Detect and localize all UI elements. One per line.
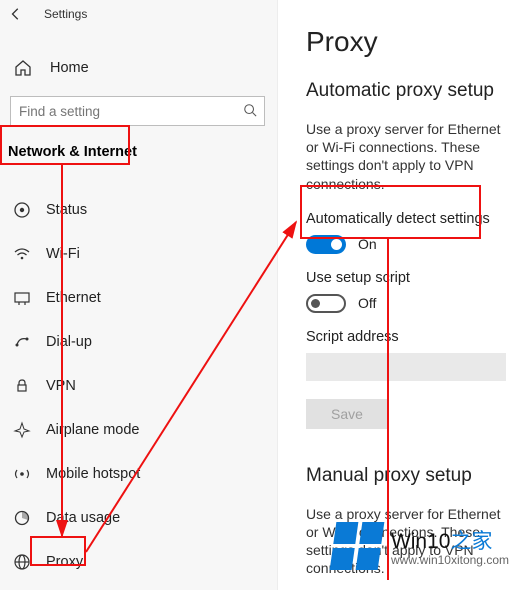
auto-detect-state: On bbox=[358, 236, 377, 252]
home-button[interactable]: Home bbox=[0, 46, 277, 90]
auto-detect-label: Automatically detect settings bbox=[306, 211, 515, 227]
manual-desc: Use a proxy server for Ethernet or Wi-Fi… bbox=[306, 505, 515, 578]
status-icon bbox=[12, 200, 32, 220]
search-input[interactable] bbox=[10, 96, 265, 126]
titlebar: Settings bbox=[0, 0, 277, 28]
nav-list: Status Wi-Fi Ethernet Dial-up bbox=[0, 188, 277, 584]
page-title: Proxy bbox=[306, 26, 515, 58]
ethernet-icon bbox=[12, 288, 32, 308]
sidebar-item-airplane[interactable]: Airplane mode bbox=[0, 408, 277, 452]
sidebar: Settings Home Network & Internet Status bbox=[0, 0, 278, 590]
save-button[interactable]: Save bbox=[306, 399, 388, 429]
sidebar-item-ethernet[interactable]: Ethernet bbox=[0, 276, 277, 320]
category-heading: Network & Internet bbox=[0, 134, 277, 170]
dialup-icon bbox=[12, 332, 32, 352]
sidebar-item-status[interactable]: Status bbox=[0, 188, 277, 232]
proxy-icon bbox=[12, 552, 32, 572]
setup-script-toggle[interactable] bbox=[306, 294, 346, 313]
arrow-left-icon bbox=[9, 7, 23, 21]
back-button[interactable] bbox=[6, 4, 26, 24]
sidebar-item-hotspot[interactable]: Mobile hotspot bbox=[0, 452, 277, 496]
sidebar-item-label: Status bbox=[46, 202, 87, 218]
sidebar-item-vpn[interactable]: VPN bbox=[0, 364, 277, 408]
sidebar-item-label: Mobile hotspot bbox=[46, 466, 140, 482]
sidebar-item-label: Proxy bbox=[46, 554, 83, 570]
script-address-label: Script address bbox=[306, 329, 515, 345]
section-manual-title: Manual proxy setup bbox=[306, 465, 515, 487]
data-usage-icon bbox=[12, 508, 32, 528]
script-address-input[interactable] bbox=[306, 353, 506, 381]
sidebar-item-dialup[interactable]: Dial-up bbox=[0, 320, 277, 364]
sidebar-item-label: VPN bbox=[46, 378, 76, 394]
sidebar-item-label: Data usage bbox=[46, 510, 120, 526]
sidebar-item-label: Dial-up bbox=[46, 334, 92, 350]
section-automatic-title: Automatic proxy setup bbox=[306, 80, 515, 102]
search-icon bbox=[243, 103, 257, 117]
sidebar-item-datausage[interactable]: Data usage bbox=[0, 496, 277, 540]
hotspot-icon bbox=[12, 464, 32, 484]
setup-script-state: Off bbox=[358, 295, 376, 311]
airplane-icon bbox=[12, 420, 32, 440]
app-title: Settings bbox=[44, 7, 87, 21]
wifi-icon bbox=[12, 244, 32, 264]
content-area: Proxy Automatic proxy setup Use a proxy … bbox=[278, 0, 515, 590]
sidebar-item-label: Airplane mode bbox=[46, 422, 140, 438]
auto-detect-toggle[interactable] bbox=[306, 235, 346, 254]
setup-script-label: Use setup script bbox=[306, 270, 515, 286]
vpn-icon bbox=[12, 376, 32, 396]
sidebar-item-label: Wi-Fi bbox=[46, 246, 80, 262]
sidebar-item-wifi[interactable]: Wi-Fi bbox=[0, 232, 277, 276]
automatic-desc: Use a proxy server for Ethernet or Wi-Fi… bbox=[306, 120, 515, 193]
home-label: Home bbox=[50, 60, 89, 76]
sidebar-item-proxy[interactable]: Proxy bbox=[0, 540, 277, 584]
search-container bbox=[10, 96, 265, 126]
home-icon bbox=[14, 59, 32, 77]
sidebar-item-label: Ethernet bbox=[46, 290, 101, 306]
